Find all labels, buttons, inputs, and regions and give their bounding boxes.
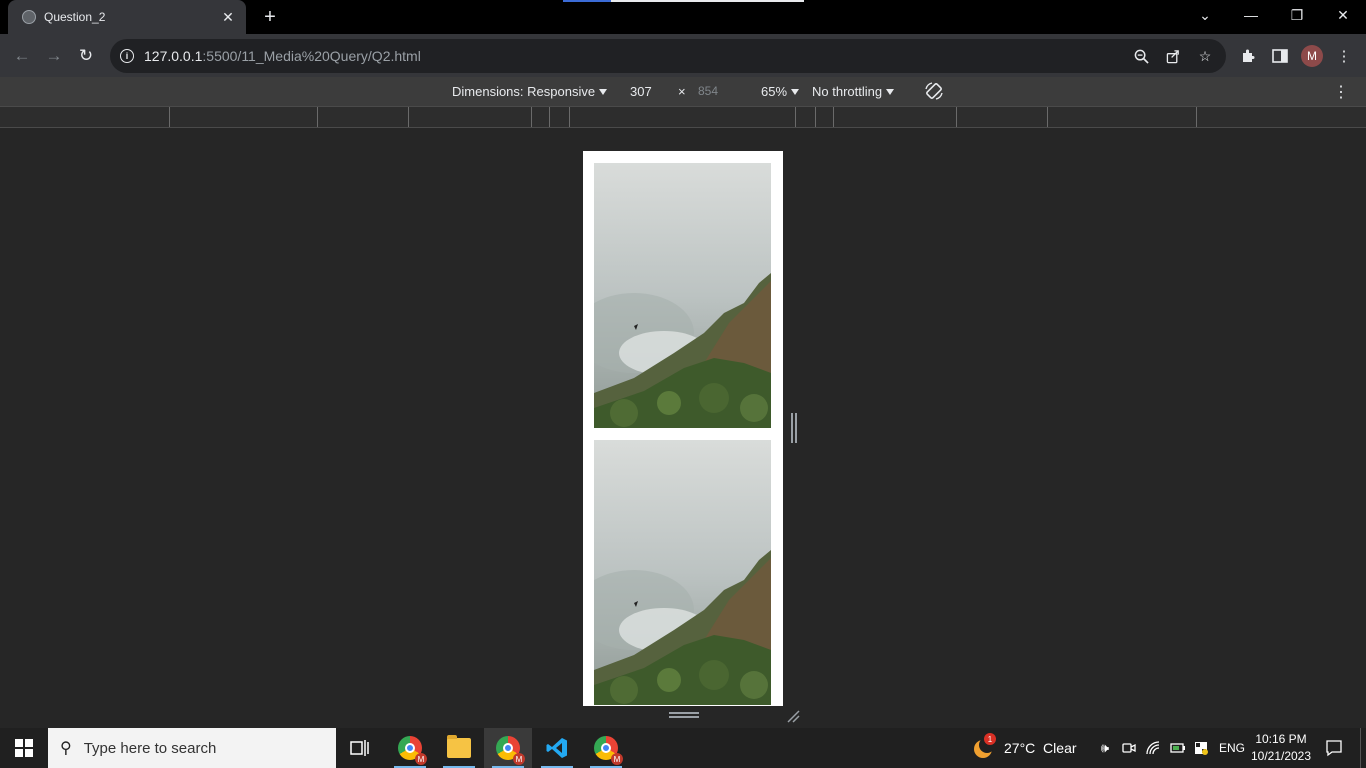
weather-widget[interactable]: 1 27°C Clear xyxy=(972,728,1077,768)
clock-date: 10/21/2023 xyxy=(1250,749,1312,763)
taskbar-chrome-2[interactable]: M xyxy=(484,728,532,768)
window-top-indicator xyxy=(563,0,804,2)
windows-taskbar: ⚲ Type here to search M M M 1 27°C Clear… xyxy=(0,728,1366,768)
show-desktop-divider[interactable] xyxy=(1360,728,1361,768)
new-tab-button[interactable]: + xyxy=(258,5,282,29)
close-window-button[interactable]: ✕ xyxy=(1320,0,1366,30)
chrome-icon: M xyxy=(496,736,525,765)
extensions-icon[interactable] xyxy=(1235,43,1261,69)
url-path: :5500/11_Media%20Query/Q2.html xyxy=(202,48,421,64)
bookmark-star-icon[interactable]: ☆ xyxy=(1196,47,1214,65)
caret-down-icon xyxy=(791,88,800,95)
dimensions-label: Dimensions: Responsive xyxy=(452,84,596,99)
throttling-dropdown[interactable]: No throttling xyxy=(812,84,895,99)
task-view-button[interactable] xyxy=(336,728,384,768)
throttling-label: No throttling xyxy=(812,84,883,99)
windows-logo-icon xyxy=(15,739,33,757)
back-button[interactable]: ← xyxy=(9,43,35,69)
landscape-photo-2 xyxy=(594,440,771,705)
security-shield-icon[interactable] xyxy=(1193,740,1209,756)
restore-button[interactable]: ❐ xyxy=(1274,0,1320,30)
zoom-label: 65% xyxy=(761,84,788,99)
vscode-icon xyxy=(546,738,567,758)
weather-text: 27°C Clear xyxy=(1004,740,1077,756)
width-input[interactable]: 307 xyxy=(630,84,652,99)
profile-avatar[interactable]: M xyxy=(1301,45,1323,67)
media-query-ruler[interactable] xyxy=(0,107,1366,128)
chrome-icon: M xyxy=(398,736,427,765)
height-resize-handle[interactable] xyxy=(669,711,699,719)
device-toolbar-more-icon[interactable]: ⋮ xyxy=(1333,83,1349,101)
height-input[interactable]: 854 xyxy=(698,84,718,98)
share-icon[interactable] xyxy=(1164,47,1182,65)
taskbar-chrome-1[interactable]: M xyxy=(386,728,434,768)
side-panel-icon[interactable] xyxy=(1267,43,1293,69)
search-placeholder: Type here to search xyxy=(83,739,217,757)
start-button[interactable] xyxy=(0,728,48,768)
caret-down-icon xyxy=(599,88,608,95)
system-clock[interactable]: 10:16 PM 10/21/2023 xyxy=(1248,731,1314,765)
tab-question-2[interactable]: Question_2 ✕ xyxy=(8,0,246,34)
taskbar-vscode[interactable] xyxy=(533,728,581,768)
chrome-menu-icon[interactable]: ⋮ xyxy=(1331,43,1357,69)
folder-icon xyxy=(447,735,471,758)
site-info-icon[interactable]: i xyxy=(120,49,134,63)
search-icon: ⚲ xyxy=(60,740,72,757)
zoom-icon[interactable] xyxy=(1132,47,1150,65)
device-toolbar: Dimensions: Responsive 307 × 854 65% No … xyxy=(0,77,1366,107)
browser-toolbar: ← → ↻ i 127.0.0.1:5500/11_Media%20Query/… xyxy=(0,34,1366,77)
globe-icon xyxy=(22,10,36,24)
landscape-photo-1 xyxy=(594,163,771,428)
meet-now-icon[interactable] xyxy=(1121,740,1137,756)
forward-button[interactable]: → xyxy=(41,43,67,69)
emulated-viewport-area xyxy=(0,128,1366,728)
volume-icon[interactable]: 🕪 xyxy=(1097,740,1113,756)
reload-button[interactable]: ↻ xyxy=(73,43,99,69)
wifi-icon[interactable] xyxy=(1146,740,1162,756)
close-tab-icon[interactable]: ✕ xyxy=(220,9,236,25)
input-language[interactable]: ENG xyxy=(1219,728,1245,768)
taskbar-file-explorer[interactable] xyxy=(435,728,483,768)
tab-title: Question_2 xyxy=(44,10,106,24)
weather-badge: 1 xyxy=(984,733,996,745)
tab-search-chevron-icon[interactable]: ⌄ xyxy=(1182,0,1228,30)
corner-resize-handle[interactable] xyxy=(786,709,800,723)
dimensions-dropdown[interactable]: Dimensions: Responsive xyxy=(452,84,608,99)
taskbar-chrome-3[interactable]: M xyxy=(582,728,630,768)
address-bar[interactable]: i 127.0.0.1:5500/11_Media%20Query/Q2.htm… xyxy=(110,39,1226,73)
minimize-button[interactable]: — xyxy=(1228,0,1274,30)
zoom-dropdown[interactable]: 65% xyxy=(761,84,800,99)
width-resize-handle[interactable] xyxy=(790,413,798,443)
rotate-icon[interactable] xyxy=(924,81,944,101)
task-view-icon xyxy=(350,740,369,756)
clock-time: 10:16 PM xyxy=(1255,732,1307,746)
tab-strip: Question_2 ✕ + ⌄ — ❐ ✕ xyxy=(0,0,1366,34)
chrome-icon: M xyxy=(594,736,623,765)
url-host: 127.0.0.1 xyxy=(144,48,203,64)
moon-weather-icon: 1 xyxy=(972,733,996,759)
battery-icon[interactable] xyxy=(1170,740,1186,756)
caret-down-icon xyxy=(886,88,895,95)
emulated-page[interactable] xyxy=(583,151,783,706)
notification-center-icon[interactable] xyxy=(1325,739,1343,757)
dimension-separator: × xyxy=(678,84,686,99)
taskbar-search-box[interactable]: ⚲ Type here to search xyxy=(48,728,336,768)
